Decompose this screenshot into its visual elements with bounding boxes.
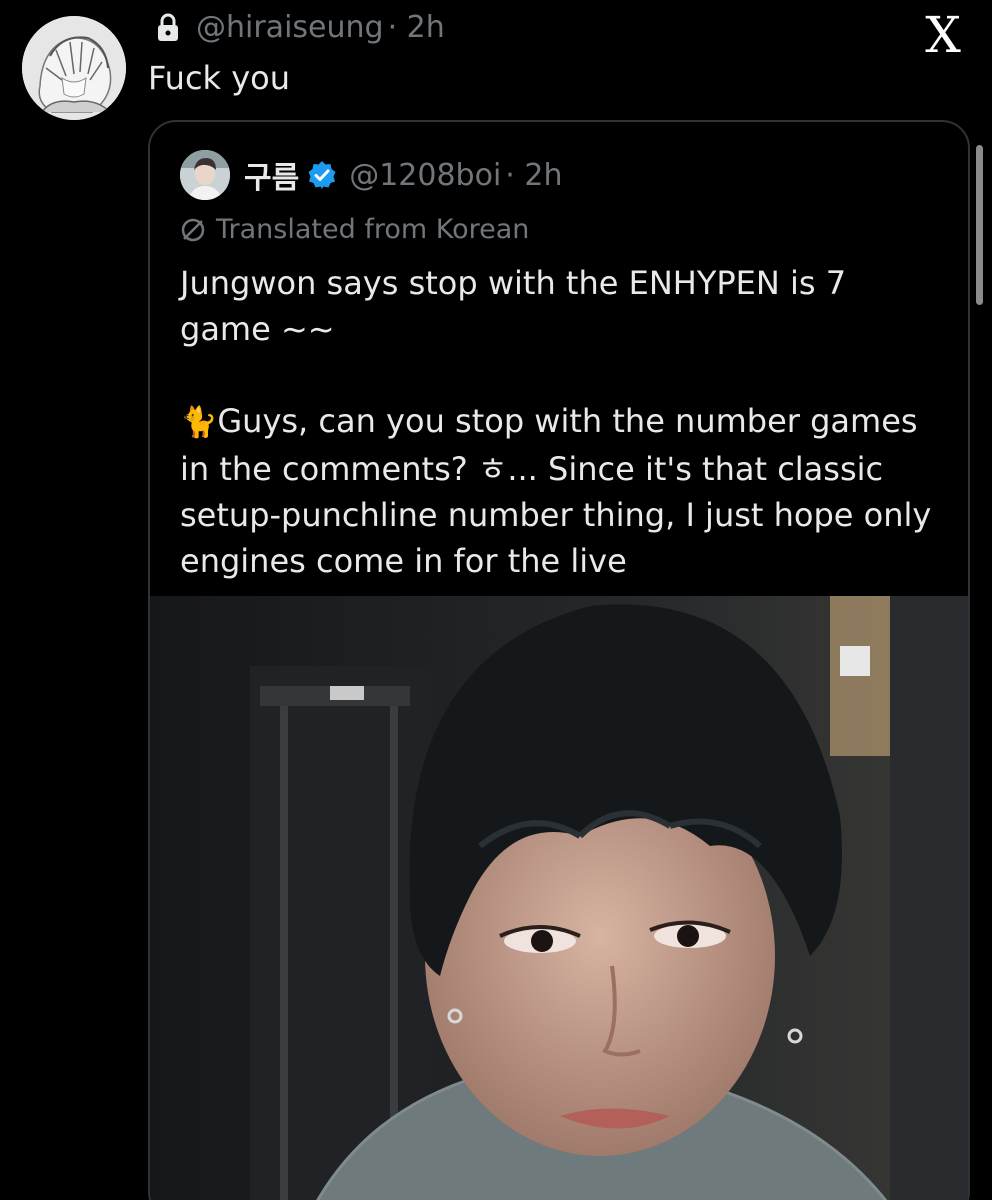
scrollbar-thumb[interactable] — [976, 145, 983, 305]
reply-text: Fuck you — [148, 59, 291, 97]
quote-text-line1: Jungwon says stop with the ENHYPEN is 7 — [180, 264, 847, 302]
quote-display-name[interactable]: 구름 — [244, 153, 299, 197]
reply-time: · 2h — [387, 10, 445, 45]
x-logo-icon[interactable]: X — [918, 10, 968, 60]
verified-badge-icon — [308, 161, 336, 189]
quote-text-para2: Guys, can you stop with the number games… — [180, 402, 932, 580]
quote-time: · 2h — [505, 157, 563, 193]
translated-text: Translated from Korean — [216, 214, 530, 245]
quote-paragraph-2: 🐈Guys, can you stop with the number game… — [180, 398, 950, 584]
cat-emoji-icon: 🐈 — [180, 405, 218, 440]
quote-header: 구름 @1208boi · 2h — [180, 150, 562, 200]
quote-text-line2: game ~~ — [180, 310, 335, 348]
reply-handle[interactable]: @hiraiseung — [196, 10, 384, 45]
quote-avatar[interactable] — [180, 150, 230, 200]
reply-header: @hiraiseung · 2h — [156, 10, 445, 45]
quoted-tweet-card[interactable]: 구름 @1208boi · 2h Translated from Korean … — [148, 120, 970, 1200]
video-still[interactable] — [150, 596, 968, 1200]
translated-label: Translated from Korean — [178, 214, 529, 245]
quote-handle[interactable]: @1208boi — [349, 158, 501, 193]
translate-icon — [181, 218, 205, 241]
lock-icon — [158, 13, 178, 41]
quote-body: Jungwon says stop with the ENHYPEN is 7 … — [180, 260, 950, 584]
tweet-screen: X @hiraiseung · 2h Fuck you 구름 @1208boi … — [0, 0, 992, 1200]
user-avatar[interactable] — [22, 16, 126, 120]
